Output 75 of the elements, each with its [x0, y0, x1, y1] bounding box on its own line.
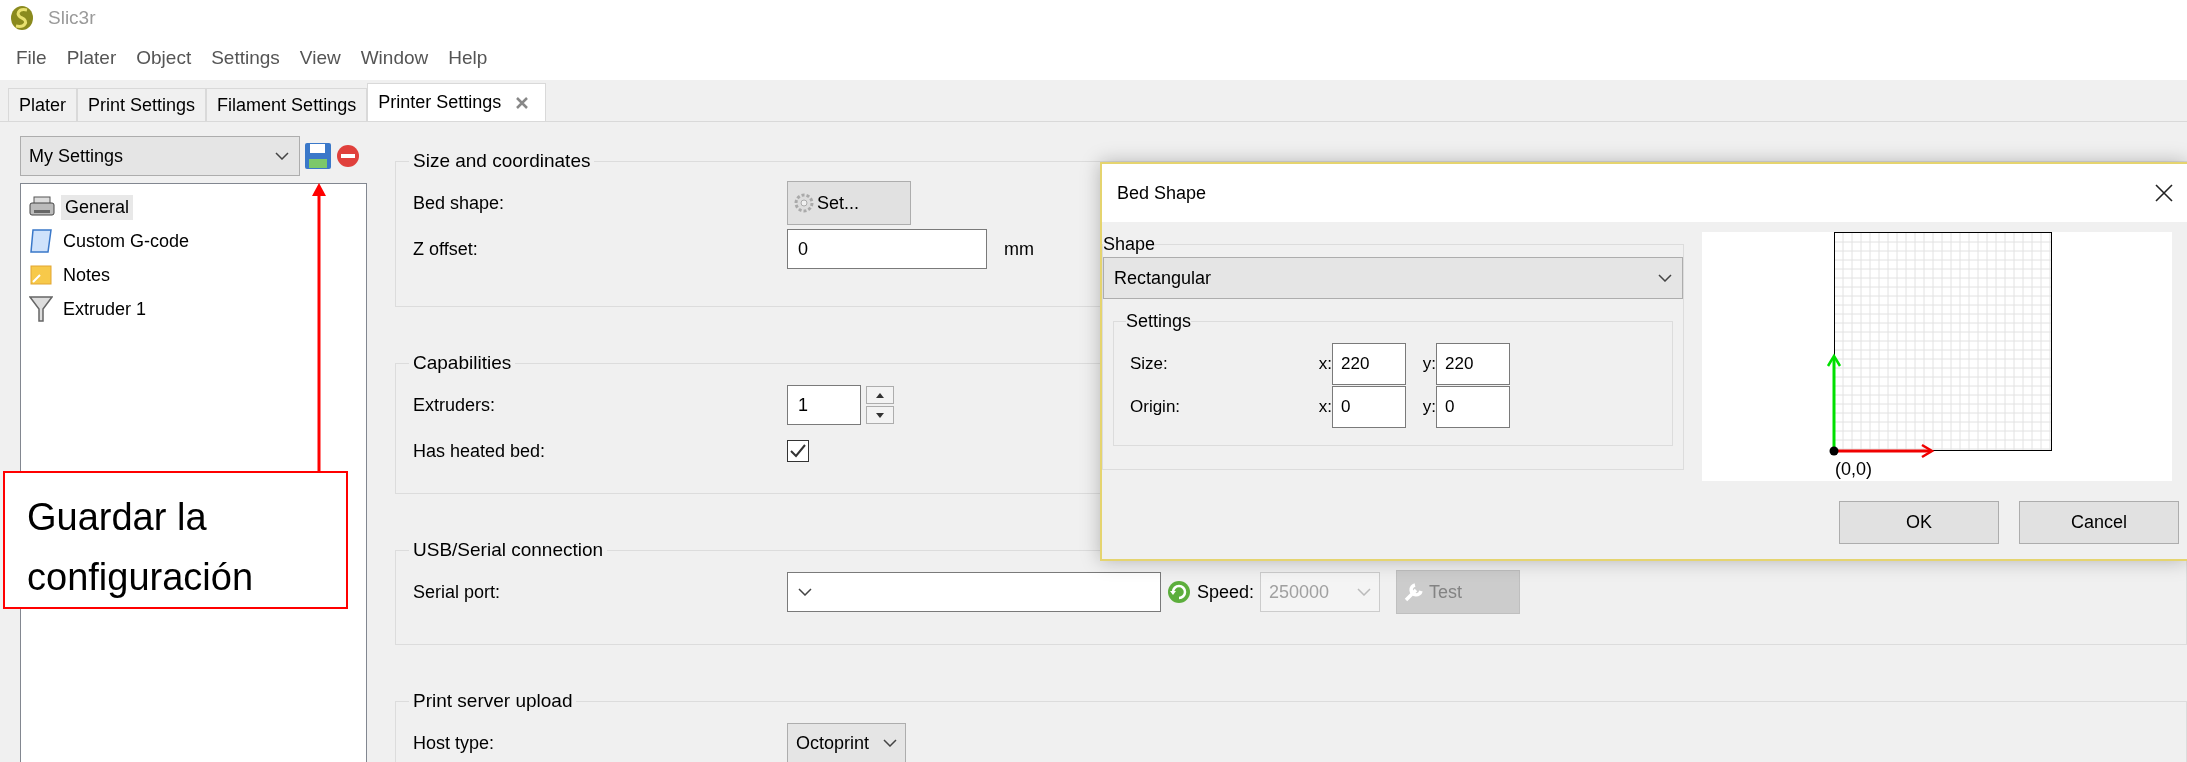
tree-item[interactable]: Extruder 1	[59, 296, 151, 322]
menu-item[interactable]: Plater	[56, 47, 127, 69]
up-arrow-icon	[876, 392, 884, 398]
logo-icon	[10, 5, 34, 31]
tab[interactable]: Filament Settings	[206, 88, 368, 121]
number-field[interactable]: 220	[1332, 342, 1406, 385]
cancel-button[interactable]: Cancel	[2019, 501, 2179, 544]
delete-icon[interactable]	[336, 144, 360, 168]
extruders-field[interactable]: 1	[787, 385, 861, 425]
checkbox[interactable]	[787, 440, 809, 462]
tree-item[interactable]: Custom G-code	[59, 228, 194, 254]
menu-item[interactable]: View	[289, 47, 351, 69]
group-title: USB/Serial connection	[412, 539, 605, 561]
window-title: Slic3r	[48, 7, 96, 29]
funnel-icon	[29, 295, 53, 323]
number-field[interactable]: 0	[1332, 385, 1406, 428]
wrench-icon	[1403, 581, 1426, 603]
chevron-icon	[1357, 588, 1372, 596]
chevron-icon	[1658, 274, 1672, 282]
refresh-icon[interactable]	[1167, 580, 1191, 604]
tab[interactable]: Printer Settings	[367, 83, 547, 121]
tab[interactable]: Plater	[8, 88, 78, 121]
callout-text: Guardar la configuración	[3, 471, 348, 609]
menu-item[interactable]: Settings	[201, 47, 290, 69]
chevron-icon	[883, 739, 898, 747]
field-label: Extruders:	[413, 394, 497, 416]
menu-item[interactable]: Window	[350, 47, 439, 69]
number-field[interactable]: 220	[1436, 342, 1510, 385]
field-label: Has heated bed:	[413, 440, 547, 462]
serial-port-dropdown[interactable]	[787, 572, 1161, 612]
group-title: Settings	[1126, 311, 1192, 332]
note-icon	[29, 264, 53, 286]
group-title: Shape	[1103, 234, 1156, 255]
save-icon[interactable]	[304, 142, 332, 170]
host-type-dropdown[interactable]: Octoprint	[787, 723, 907, 762]
printer-icon	[29, 196, 55, 218]
origin-dot	[1829, 446, 1839, 456]
axis-label: x:	[1317, 353, 1332, 374]
menu-item[interactable]: Object	[126, 47, 202, 69]
spin-up-button[interactable]	[866, 386, 894, 404]
menu-item[interactable]: File	[6, 47, 57, 69]
spin-down-button[interactable]	[866, 406, 894, 424]
number-field[interactable]: 0	[1436, 385, 1510, 428]
group-title: Size and coordinates	[412, 150, 592, 172]
field-label: Host type:	[413, 732, 496, 754]
speed-label: Speed:	[1197, 581, 1255, 603]
tree-item[interactable]: General	[61, 194, 134, 220]
preset-dropdown[interactable]: My Settings	[20, 136, 300, 176]
field-label: Size:	[1130, 353, 1169, 374]
tree-item[interactable]: Notes	[59, 262, 115, 288]
check-icon	[790, 444, 806, 458]
unit-label: mm	[1004, 238, 1034, 260]
scroll-icon	[29, 228, 53, 254]
field-label: Bed shape:	[413, 192, 506, 214]
axis-label: y:	[1421, 353, 1436, 374]
axis-label: x:	[1317, 396, 1332, 417]
axis-label: y:	[1421, 396, 1436, 417]
group-title: Print server upload	[412, 690, 574, 712]
dialog-title: Bed Shape	[1117, 182, 1207, 204]
chevron-icon	[275, 152, 289, 160]
set-button[interactable]: Set...	[787, 181, 911, 225]
chevron-icon	[798, 588, 812, 596]
field-label: Serial port:	[413, 581, 502, 603]
tab[interactable]: Print Settings	[77, 88, 207, 121]
close-icon[interactable]	[2155, 184, 2173, 202]
gear-icon	[792, 191, 816, 215]
z-offset-field[interactable]: 0	[787, 229, 987, 269]
down-arrow-icon	[876, 412, 884, 418]
group-title: Capabilities	[412, 352, 513, 374]
field-label: Z offset:	[413, 238, 479, 260]
ok-button[interactable]: OK	[1839, 501, 1999, 544]
origin-label: (0,0)	[1835, 459, 1872, 479]
menu-item[interactable]: Help	[438, 47, 498, 69]
shape-dropdown[interactable]: Rectangular	[1103, 257, 1683, 299]
field-label: Origin:	[1130, 396, 1182, 417]
